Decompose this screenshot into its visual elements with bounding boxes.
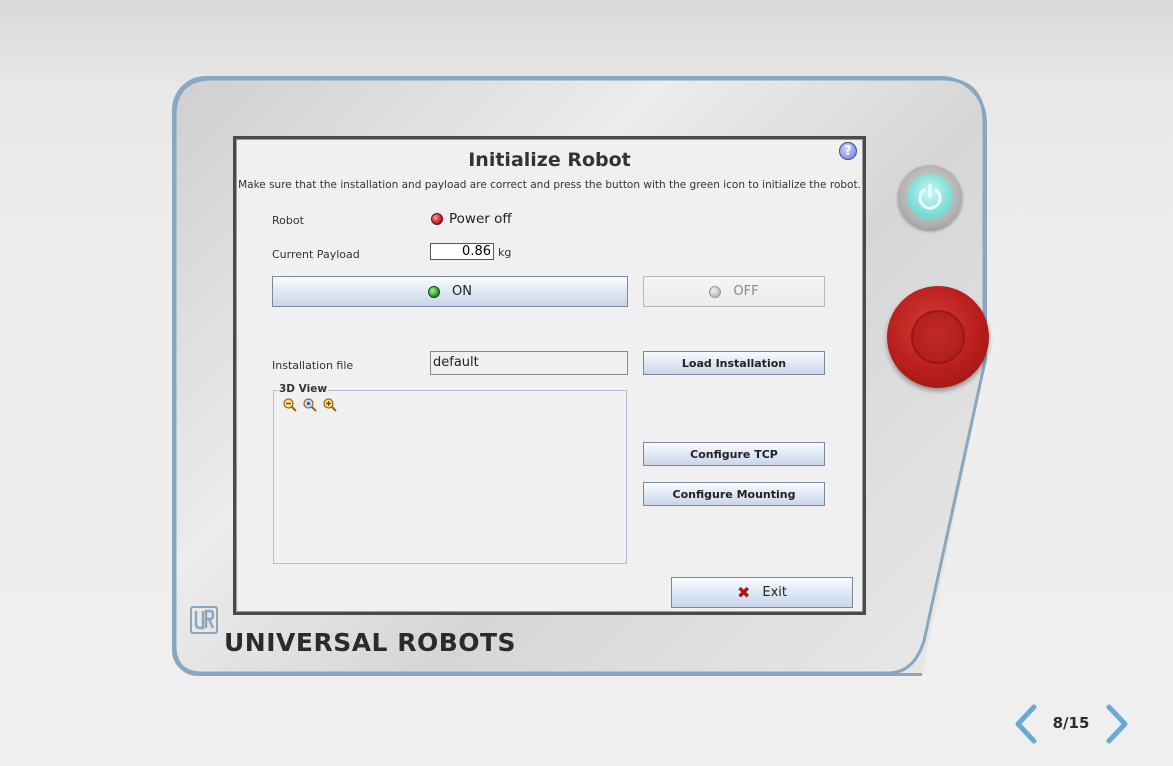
payload-input[interactable]: 0.86 [430,243,494,260]
zoom-out-icon[interactable] [283,398,297,412]
instruction-text: Make sure that the installation and payl… [238,179,861,191]
3d-view-panel[interactable] [273,390,627,564]
installation-file-field[interactable]: default [430,351,628,375]
zoom-in-icon[interactable] [323,398,337,412]
robot-status: Power off [431,211,512,227]
brand-wordmark: UNIVERSAL ROBOTS [224,628,517,657]
universal-robots-logo-icon [190,606,218,634]
page-counter: 8/15 [1052,714,1090,732]
installation-label: Installation file [272,359,354,372]
configure-mounting-button[interactable]: Configure Mounting [643,482,825,506]
load-installation-button[interactable]: Load Installation [643,351,825,375]
robot-status-text: Power off [449,211,512,227]
page-title: Initialize Robot [468,149,631,171]
question-mark-icon[interactable]: ? [839,142,857,160]
power-button[interactable] [898,165,962,229]
estop-center [911,310,965,364]
configure-tcp-button[interactable]: Configure TCP [643,442,825,466]
off-button[interactable]: OFF [643,276,825,307]
exit-button-label: Exit [762,585,788,600]
chevron-left-icon[interactable] [1013,704,1039,744]
off-button-label: OFF [733,284,759,299]
emergency-stop-button[interactable] [887,286,989,388]
red-led-icon [431,213,443,225]
3d-view-label: 3D View [278,383,329,395]
payload-label: Current Payload [272,248,360,261]
gray-led-icon [709,285,722,298]
robot-label: Robot [272,214,304,227]
chevron-right-icon[interactable] [1104,704,1130,744]
pendant-screen: Initialize Robot ? Make sure that the in… [233,136,866,615]
close-icon: ✖ [736,582,751,602]
zoom-reset-icon[interactable] [303,398,317,412]
payload-unit: kg [498,246,512,259]
green-led-icon [428,285,441,298]
power-icon [907,174,953,220]
on-button-label: ON [452,284,472,299]
on-button[interactable]: ON [272,276,628,307]
exit-button[interactable]: ✖ Exit [671,577,853,608]
